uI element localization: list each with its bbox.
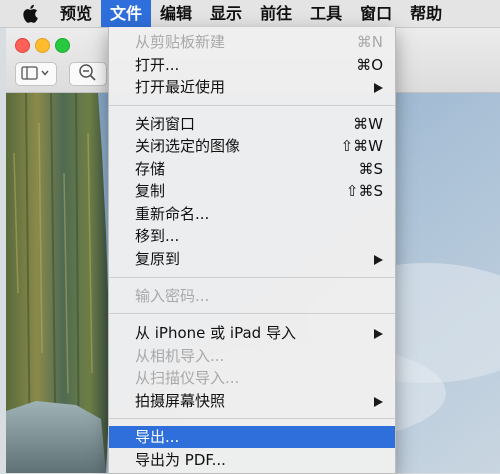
submenu-arrow-icon bbox=[374, 329, 383, 339]
menu-separator bbox=[109, 313, 395, 314]
menu-item-enter-password[interactable]: 输入密码... bbox=[109, 285, 395, 307]
menu-item-label: 从相机导入... bbox=[135, 347, 225, 365]
submenu-arrow-icon bbox=[374, 397, 383, 407]
menu-item-label: 拍摄屏幕快照 bbox=[135, 392, 226, 410]
menu-item-import-from-iphone-ipad[interactable]: 从 iPhone 或 iPad 导入 bbox=[109, 322, 395, 344]
menu-item-label: 打开最近使用 bbox=[135, 78, 226, 96]
sidebar-icon bbox=[21, 65, 51, 84]
menu-item-label: 导出... bbox=[135, 428, 180, 446]
menu-item-import-from-camera[interactable]: 从相机导入... bbox=[109, 345, 395, 367]
menu-item-label: 打开... bbox=[135, 56, 180, 74]
menu-item-new-from-clipboard[interactable]: 从剪贴板新建 ⌘N bbox=[109, 31, 395, 53]
menu-tools[interactable]: 工具 bbox=[301, 0, 351, 27]
menu-bar: 预览 文件 编辑 显示 前往 工具 窗口 帮助 bbox=[0, 0, 500, 28]
menu-item-move-to[interactable]: 移到... bbox=[109, 225, 395, 247]
submenu-arrow-icon bbox=[374, 255, 383, 265]
menu-item-label: 输入密码... bbox=[135, 287, 210, 305]
menu-item-label: 存储 bbox=[135, 160, 166, 178]
menu-separator bbox=[109, 105, 395, 106]
menu-item-shortcut: ⇧⌘W bbox=[340, 137, 383, 155]
menu-item-rename[interactable]: 重新命名... bbox=[109, 203, 395, 225]
menu-go[interactable]: 前往 bbox=[251, 0, 301, 27]
menu-separator bbox=[109, 277, 395, 278]
menu-item-label: 从剪贴板新建 bbox=[135, 33, 226, 51]
menu-item-shortcut: ⌘W bbox=[353, 115, 383, 133]
menu-item-import-from-scanner[interactable]: 从扫描仪导入... bbox=[109, 367, 395, 389]
menu-item-label: 从 iPhone 或 iPad 导入 bbox=[135, 324, 296, 342]
menu-item-close-window[interactable]: 关闭窗口 ⌘W bbox=[109, 113, 395, 135]
close-window-button[interactable] bbox=[15, 38, 30, 53]
menu-file[interactable]: 文件 bbox=[101, 0, 152, 27]
menu-separator bbox=[109, 418, 395, 419]
menu-item-label: 关闭窗口 bbox=[135, 115, 196, 133]
menu-item-label: 复制 bbox=[135, 182, 166, 200]
menu-item-take-screenshot[interactable]: 拍摄屏幕快照 bbox=[109, 390, 395, 412]
file-menu-dropdown: 从剪贴板新建 ⌘N 打开... ⌘O 打开最近使用 关闭窗口 ⌘W 关闭选定的图… bbox=[108, 27, 396, 474]
menu-item-close-selected-image[interactable]: 关闭选定的图像 ⇧⌘W bbox=[109, 135, 395, 157]
menu-window[interactable]: 窗口 bbox=[351, 0, 401, 27]
menu-item-export[interactable]: 导出... bbox=[109, 426, 395, 448]
menu-item-label: 导出为 PDF... bbox=[135, 451, 226, 469]
sidebar-toggle-button[interactable] bbox=[15, 62, 57, 86]
menu-item-label: 从扫描仪导入... bbox=[135, 369, 240, 387]
menu-view[interactable]: 显示 bbox=[201, 0, 251, 27]
menu-item-label: 重新命名... bbox=[135, 205, 210, 223]
apple-icon[interactable] bbox=[22, 4, 38, 23]
menu-item-label: 移到... bbox=[135, 227, 180, 245]
menu-help[interactable]: 帮助 bbox=[401, 0, 451, 27]
menu-item-open[interactable]: 打开... ⌘O bbox=[109, 54, 395, 76]
menu-item-revert-to[interactable]: 复原到 bbox=[109, 248, 395, 270]
zoom-window-button[interactable] bbox=[55, 38, 70, 53]
menu-item-label: 关闭选定的图像 bbox=[135, 137, 241, 155]
menu-item-open-recent[interactable]: 打开最近使用 bbox=[109, 76, 395, 98]
menu-item-label: 复原到 bbox=[135, 250, 181, 268]
menu-item-shortcut: ⇧⌘S bbox=[345, 182, 383, 200]
menu-item-export-as-pdf[interactable]: 导出为 PDF... bbox=[109, 449, 395, 471]
menu-item-duplicate[interactable]: 复制 ⇧⌘S bbox=[109, 180, 395, 202]
menu-edit[interactable]: 编辑 bbox=[151, 0, 201, 27]
menu-item-shortcut: ⌘S bbox=[358, 160, 383, 178]
menu-preview[interactable]: 预览 bbox=[56, 0, 101, 27]
zoom-out-icon bbox=[78, 63, 98, 85]
menu-item-save[interactable]: 存储 ⌘S bbox=[109, 158, 395, 180]
submenu-arrow-icon bbox=[374, 83, 383, 93]
menu-item-shortcut: ⌘N bbox=[356, 33, 383, 51]
minimize-window-button[interactable] bbox=[35, 38, 50, 53]
menu-item-shortcut: ⌘O bbox=[356, 56, 383, 74]
zoom-out-button[interactable] bbox=[69, 62, 107, 86]
